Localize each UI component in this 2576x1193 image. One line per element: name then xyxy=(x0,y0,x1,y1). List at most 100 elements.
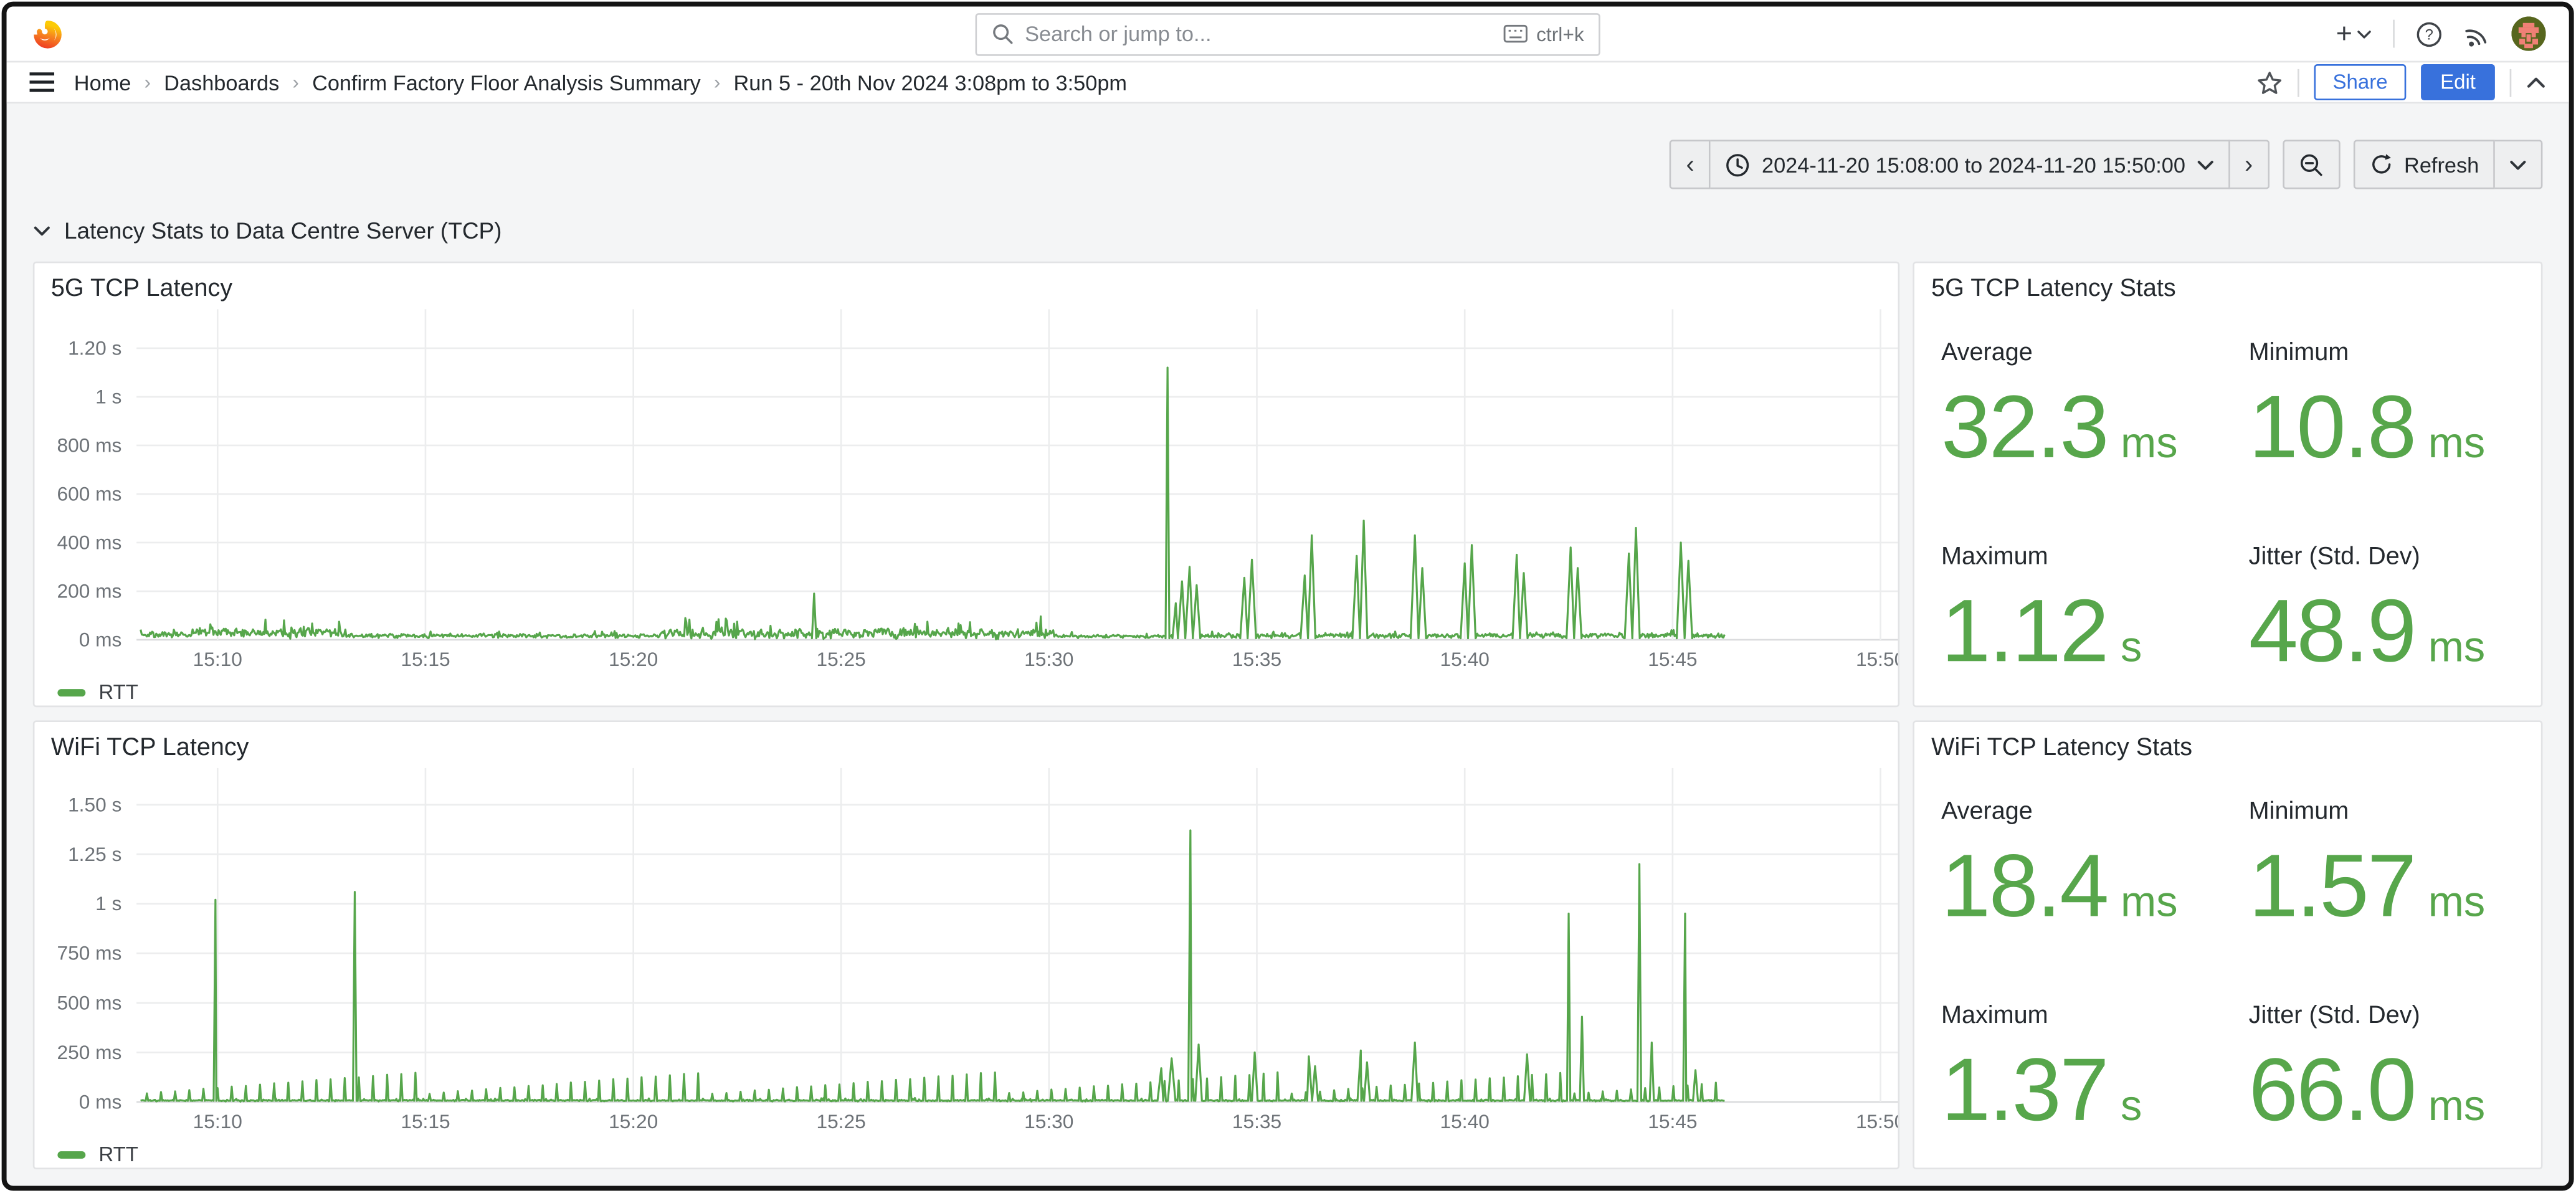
stat-maximum: Maximum 1.37s xyxy=(1941,1002,2142,1135)
screenshot-frame: Search or jump to... ctrl+k + xyxy=(0,0,2576,1193)
stat-unit: s xyxy=(2121,622,2142,673)
collapse-topbar-button[interactable] xyxy=(2527,75,2547,88)
svg-text:250 ms: 250 ms xyxy=(57,1041,121,1063)
panel-title[interactable]: WiFi TCP Latency xyxy=(34,722,1898,761)
svg-text:15:20: 15:20 xyxy=(609,1110,658,1133)
stat-unit: ms xyxy=(2121,418,2178,469)
svg-text:15:15: 15:15 xyxy=(401,648,450,670)
news-button[interactable] xyxy=(2464,21,2491,47)
svg-text:750 ms: 750 ms xyxy=(57,942,121,964)
stat-value: 1.37 xyxy=(1941,1046,2108,1135)
breadcrumb-home[interactable]: Home xyxy=(74,70,131,95)
rss-icon xyxy=(2464,21,2491,47)
breadcrumb-bar: Home › Dashboards › Confirm Factory Floo… xyxy=(7,62,2570,103)
time-shift-forward-button[interactable]: › xyxy=(2230,140,2269,189)
5g-tcp-latency-stats-panel: 5G TCP Latency Stats Average 32.3ms Mini… xyxy=(1913,262,2543,707)
breadcrumb-separator: › xyxy=(144,71,151,94)
star-icon xyxy=(2257,70,2283,95)
svg-text:200 ms: 200 ms xyxy=(57,580,121,602)
panel-row-1: 5G TCP Latency 0 ms200 ms400 ms600 ms800… xyxy=(33,262,2543,707)
svg-text:0 ms: 0 ms xyxy=(79,629,122,651)
stat-unit: ms xyxy=(2428,877,2486,928)
grafana-logo[interactable] xyxy=(30,16,66,52)
svg-text:600 ms: 600 ms xyxy=(57,483,121,505)
stat-average: Average 32.3ms xyxy=(1941,339,2178,472)
stat-label: Minimum xyxy=(2249,339,2486,367)
divider xyxy=(2393,20,2395,48)
zoom-out-time-button[interactable] xyxy=(2283,140,2340,189)
chevron-up-icon xyxy=(2527,75,2547,88)
wifi-tcp-latency-stats-panel: WiFi TCP Latency Stats Average 18.4ms Mi… xyxy=(1913,720,2543,1169)
svg-text:15:45: 15:45 xyxy=(1648,1110,1697,1133)
new-button[interactable]: + xyxy=(2336,20,2372,48)
share-button[interactable]: Share xyxy=(2315,64,2406,100)
favorite-button[interactable] xyxy=(2257,70,2283,95)
help-button[interactable]: ? xyxy=(2417,21,2443,47)
stat-label: Jitter (Std. Dev) xyxy=(2249,1002,2486,1030)
stat-label: Jitter (Std. Dev) xyxy=(2249,543,2486,571)
dashboard-row-toggle[interactable]: Latency Stats to Data Centre Server (TCP… xyxy=(33,212,2543,249)
chevron-down-icon xyxy=(2197,159,2213,170)
breadcrumb-folder[interactable]: Confirm Factory Floor Analysis Summary xyxy=(312,70,701,95)
breadcrumb-dashboards[interactable]: Dashboards xyxy=(164,70,279,95)
panel-title[interactable]: WiFi TCP Latency Stats xyxy=(1915,722,2542,761)
stat-label: Average xyxy=(1941,339,2178,367)
search-input[interactable]: Search or jump to... ctrl+k xyxy=(976,12,1600,55)
stat-label: Minimum xyxy=(2249,797,2486,825)
wifi-tcp-latency-chart[interactable]: 0 ms250 ms500 ms750 ms1 s1.25 s1.50 s15:… xyxy=(34,761,1900,1169)
chevron-down-icon xyxy=(2357,29,2372,39)
refresh-group: Refresh xyxy=(2353,140,2543,189)
svg-text:15:50: 15:50 xyxy=(1856,1110,1900,1133)
keyboard-icon xyxy=(1503,25,1528,43)
stat-unit: ms xyxy=(2428,418,2486,469)
stat-value: 66.0 xyxy=(2249,1046,2415,1135)
stat-value: 18.4 xyxy=(1941,842,2108,931)
svg-text:15:30: 15:30 xyxy=(1024,1110,1073,1133)
panel-title[interactable]: 5G TCP Latency Stats xyxy=(1915,263,2542,302)
chevron-right-icon: › xyxy=(2245,152,2253,177)
svg-text:1.25 s: 1.25 s xyxy=(68,843,121,865)
time-range-picker[interactable]: 2024-11-20 15:08:00 to 2024-11-20 15:50:… xyxy=(1711,140,2230,189)
svg-text:?: ? xyxy=(2425,26,2433,42)
time-picker-group: ‹ 2024-11-20 15:08:00 to 2024-11-20 15:5… xyxy=(1670,140,2269,189)
hamburger-icon xyxy=(30,72,55,92)
svg-text:RTT: RTT xyxy=(98,1143,138,1166)
chevron-down-icon xyxy=(33,224,51,235)
mega-menu-toggle[interactable] xyxy=(30,72,55,92)
svg-text:15:10: 15:10 xyxy=(193,1110,242,1133)
search-icon xyxy=(992,23,1013,44)
svg-text:15:40: 15:40 xyxy=(1440,648,1490,670)
panel-title[interactable]: 5G TCP Latency xyxy=(34,263,1898,302)
time-shift-back-button[interactable]: ‹ xyxy=(1670,140,1711,189)
svg-text:1 s: 1 s xyxy=(95,386,121,408)
breadcrumb-dashboard-title[interactable]: Run 5 - 20th Nov 2024 3:08pm to 3:50pm xyxy=(734,70,1128,95)
svg-text:15:50: 15:50 xyxy=(1856,648,1900,670)
refresh-button[interactable]: Refresh xyxy=(2353,140,2495,189)
5g-tcp-latency-chart[interactable]: 0 ms200 ms400 ms600 ms800 ms1 s1.20 s15:… xyxy=(34,303,1900,707)
top-bar: Search or jump to... ctrl+k + xyxy=(7,7,2570,63)
chevron-left-icon: ‹ xyxy=(1686,152,1694,177)
svg-text:15:25: 15:25 xyxy=(816,648,865,670)
grafana-logo-icon xyxy=(30,16,66,52)
svg-text:15:10: 15:10 xyxy=(193,648,242,670)
stat-label: Maximum xyxy=(1941,1002,2142,1030)
svg-text:400 ms: 400 ms xyxy=(57,531,121,553)
search-shortcut-label: ctrl+k xyxy=(1536,22,1584,45)
breadcrumb-separator: › xyxy=(292,71,299,94)
refresh-interval-button[interactable] xyxy=(2496,140,2544,189)
stat-jitter: Jitter (Std. Dev) 48.9ms xyxy=(2249,543,2486,676)
svg-text:15:15: 15:15 xyxy=(401,1110,450,1133)
svg-text:15:30: 15:30 xyxy=(1024,648,1073,670)
user-avatar[interactable] xyxy=(2512,16,2546,50)
svg-text:15:25: 15:25 xyxy=(816,1110,865,1133)
time-range-label: 2024-11-20 15:08:00 to 2024-11-20 15:50:… xyxy=(1762,152,2185,177)
stat-unit: ms xyxy=(2428,622,2486,673)
dashboard-content: ‹ 2024-11-20 15:08:00 to 2024-11-20 15:5… xyxy=(7,103,2570,1186)
svg-text:15:40: 15:40 xyxy=(1440,1110,1490,1133)
dashboard-controls: ‹ 2024-11-20 15:08:00 to 2024-11-20 15:5… xyxy=(33,140,2543,189)
stat-value: 1.12 xyxy=(1941,587,2108,676)
svg-text:0 ms: 0 ms xyxy=(79,1090,122,1113)
stat-label: Maximum xyxy=(1941,543,2142,571)
edit-button[interactable]: Edit xyxy=(2420,64,2495,100)
divider xyxy=(2510,69,2512,97)
